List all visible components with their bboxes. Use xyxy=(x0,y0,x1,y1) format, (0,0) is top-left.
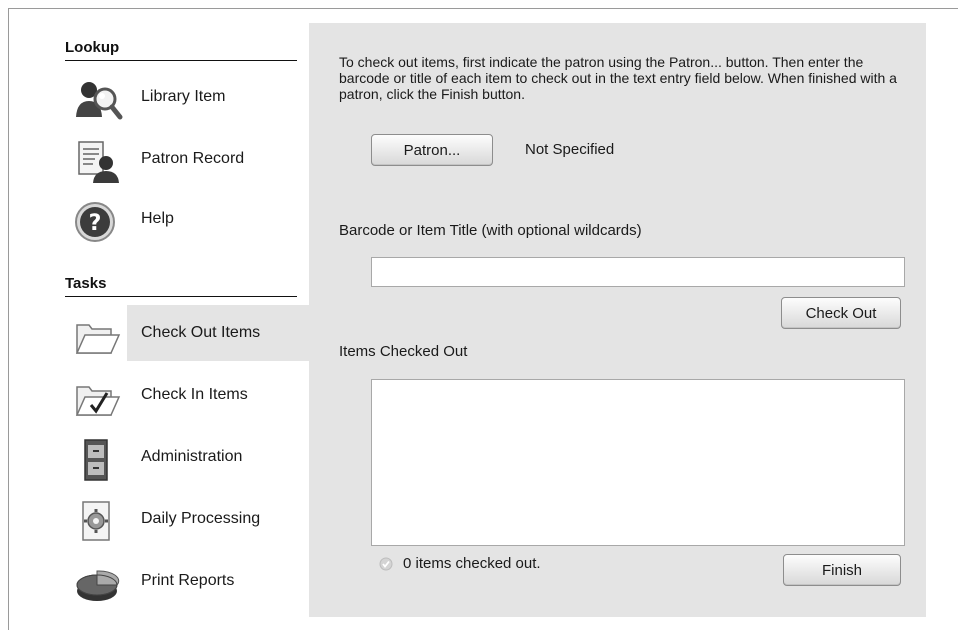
check-out-panel: To check out items, first indicate the p… xyxy=(309,23,926,617)
items-checked-out-label: Items Checked Out xyxy=(339,343,468,360)
patron-record-icon xyxy=(78,141,119,183)
open-folder-icon xyxy=(75,324,121,354)
sidebar-item-label: Help xyxy=(141,210,174,227)
patron-button[interactable]: Patron... xyxy=(371,134,493,166)
help-icon: ? xyxy=(75,202,115,242)
sidebar-item-check-out-items[interactable]: Check Out Items xyxy=(75,305,309,361)
instructions-text: To check out items, first indicate the p… xyxy=(339,54,897,102)
pie-chart-icon xyxy=(76,570,120,601)
gear-document-icon xyxy=(82,501,110,541)
task-sidebar: Lookup Library Item Patron Record ? Help… xyxy=(9,9,309,630)
svg-text:?: ? xyxy=(89,211,102,236)
sidebar-item-print-reports[interactable]: Print Reports xyxy=(65,553,309,609)
finish-button[interactable]: Finish xyxy=(783,554,901,586)
check-out-button[interactable]: Check Out xyxy=(781,297,901,329)
items-count-status: 0 items checked out. xyxy=(403,555,541,572)
sidebar-item-label: Library Item xyxy=(141,88,226,105)
sidebar-item-patron-record[interactable]: Patron Record xyxy=(65,131,309,187)
tasks-section-divider xyxy=(65,296,297,297)
sidebar-item-label: Daily Processing xyxy=(141,510,261,527)
sidebar-item-administration[interactable]: Administration xyxy=(65,429,309,485)
sidebar-item-label: Administration xyxy=(141,448,243,465)
cabinet-icon xyxy=(84,439,108,481)
library-item-search-icon xyxy=(76,82,123,120)
sidebar-item-label: Patron Record xyxy=(141,150,245,167)
status-bar: 0 items checked out. xyxy=(379,555,541,572)
sidebar-item-label: Check In Items xyxy=(141,386,248,403)
check-circle-icon xyxy=(379,557,393,570)
window-frame: Lookup Library Item Patron Record ? Help… xyxy=(8,8,958,630)
sidebar-item-label: Check Out Items xyxy=(141,324,261,341)
barcode-input[interactable] xyxy=(371,257,905,287)
tasks-section-title: Tasks xyxy=(65,275,107,292)
lookup-section-title: Lookup xyxy=(65,39,120,56)
sidebar-item-help[interactable]: ? Help xyxy=(65,191,309,247)
sidebar-item-label: Print Reports xyxy=(141,572,235,589)
sidebar-item-library-item[interactable]: Library Item xyxy=(65,69,309,125)
items-checked-out-list[interactable] xyxy=(371,379,905,546)
barcode-label: Barcode or Item Title (with optional wil… xyxy=(339,222,642,239)
patron-status: Not Specified xyxy=(525,141,615,158)
sidebar-item-check-in-items[interactable]: Check In Items xyxy=(65,367,309,423)
folder-check-icon xyxy=(75,386,121,416)
lookup-section-divider xyxy=(65,60,297,61)
sidebar-item-daily-processing[interactable]: Daily Processing xyxy=(65,491,309,547)
